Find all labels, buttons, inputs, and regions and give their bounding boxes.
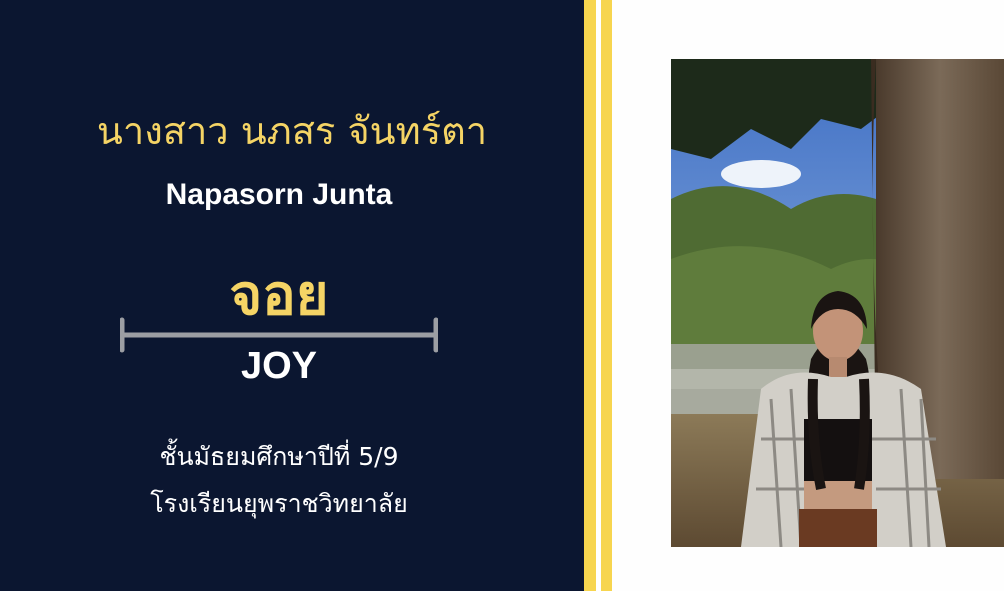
accent-stripe-outer bbox=[584, 0, 596, 591]
profile-photo bbox=[671, 59, 1004, 547]
nickname-english: JOY bbox=[240, 345, 318, 387]
grade-level: ชั้นมัธยมศึกษาปีที่ 5/9 bbox=[159, 442, 399, 471]
school-name: โรงเรียนยุพราชวิทยาลัย bbox=[150, 489, 408, 518]
full-name-english: Napasorn Junta bbox=[165, 178, 393, 211]
full-name-thai: นางสาว นภสร จันทร์ตา bbox=[96, 109, 488, 153]
accent-stripe-inner bbox=[601, 0, 612, 591]
